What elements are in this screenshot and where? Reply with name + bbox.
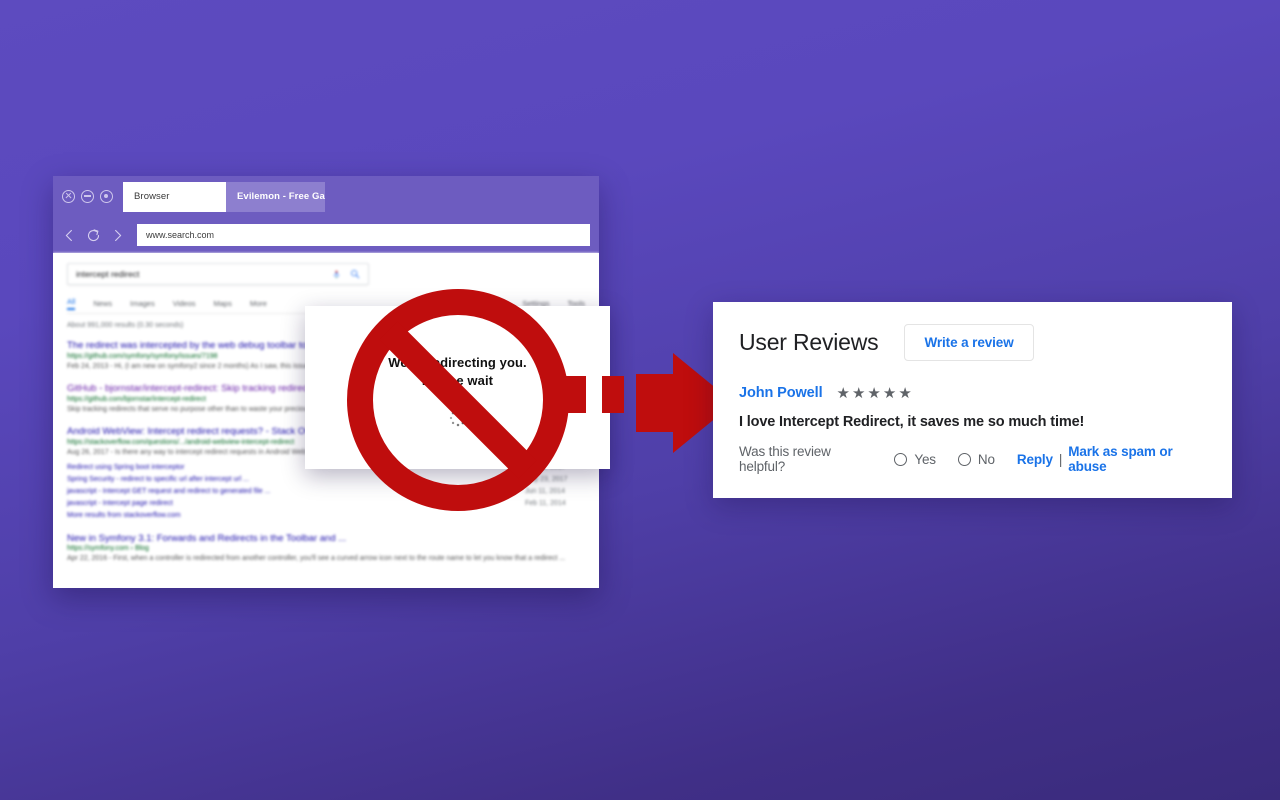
sitelink-row[interactable]: javascript - Intercept GET request and r… (67, 486, 585, 498)
screenshot-canvas: Browser Evilemon - Free Gam... www.searc… (0, 0, 1280, 800)
search-tab-images[interactable]: Images (130, 299, 155, 310)
browser-tab-label: Evilemon - Free Gam... (237, 191, 325, 202)
helpful-yes-label: Yes (914, 451, 936, 467)
redirect-dialog: We’re redirecting you. Please wait (305, 306, 610, 469)
radio-circle-icon (894, 452, 908, 466)
search-icon[interactable] (350, 269, 360, 279)
search-tab-more[interactable]: More (250, 299, 267, 310)
sitelink-date: May 23, 2017 (525, 475, 568, 483)
sitelink-row[interactable]: javascript - Intercept page redirect Feb… (67, 498, 585, 510)
forward-arrow-icon[interactable] (110, 228, 125, 243)
close-icon[interactable] (62, 190, 75, 203)
action-separator: | (1058, 451, 1063, 467)
address-bar[interactable]: www.search.com (137, 224, 590, 246)
search-tab-all[interactable]: All (67, 297, 76, 310)
reply-link[interactable]: Reply (1017, 452, 1053, 467)
mark-spam-link[interactable]: Mark as spam or abuse (1068, 444, 1206, 474)
helpful-no-label: No (977, 451, 995, 467)
review-item: John Powell ★ ★ ★ ★ ★ I love Intercept R… (739, 385, 1206, 474)
browser-tab-inactive[interactable]: Evilemon - Free Gam... (226, 181, 325, 212)
rating-stars: ★ ★ ★ ★ ★ (837, 386, 912, 401)
search-result-url: https://symfony.com › Blog (67, 545, 149, 553)
reload-icon[interactable] (86, 228, 101, 243)
redirect-dialog-line2: Please wait (421, 372, 494, 388)
helpful-no-radio[interactable]: No (957, 451, 995, 467)
star-icon: ★ (867, 384, 881, 402)
write-review-button[interactable]: Write a review (904, 324, 1034, 361)
search-tab-news[interactable]: News (93, 299, 112, 310)
helpful-yes-radio[interactable]: Yes (894, 452, 936, 467)
search-query-text: intercept redirect (76, 269, 140, 279)
sitelink-title: javascript - Intercept page redirect (67, 499, 173, 507)
search-result-snippet: Apr 22, 2016 - First, when a controller … (67, 555, 566, 563)
minimize-icon[interactable] (81, 190, 94, 203)
sitelink-date: Jun 11, 2014 (525, 487, 565, 495)
sitelink-title: Spring Security - redirect to specific u… (67, 475, 250, 483)
user-reviews-card: User Reviews Write a review John Powell … (713, 302, 1232, 498)
reviews-header: User Reviews Write a review (739, 324, 1206, 361)
search-result: New in Symfony 3.1: Forwards and Redirec… (67, 533, 585, 565)
review-actions: Was this review helpful? Yes No Reply | … (739, 444, 1206, 474)
review-author-row: John Powell ★ ★ ★ ★ ★ (739, 385, 1206, 401)
star-icon: ★ (836, 384, 850, 402)
browser-navbar: www.search.com (53, 217, 599, 253)
search-result-sitelinks: Redirect using Spring boot interceptor J… (67, 462, 585, 521)
star-icon: ★ (851, 384, 866, 402)
review-body-text: I love Intercept Redirect, it saves me s… (739, 414, 1085, 430)
sitelink-date: Feb 11, 2014 (525, 499, 566, 507)
search-input[interactable]: intercept redirect (67, 263, 369, 285)
back-arrow-icon[interactable] (62, 228, 77, 243)
page-title: User Reviews (739, 329, 879, 355)
review-author-link[interactable]: John Powell (739, 385, 823, 401)
helpful-label: Was this review helpful? (739, 444, 831, 474)
radio-circle-icon (957, 452, 971, 466)
search-tab-maps[interactable]: Maps (214, 299, 232, 310)
loading-spinner-icon (448, 408, 468, 428)
browser-tab-active[interactable]: Browser (123, 181, 226, 212)
address-bar-url: www.search.com (146, 230, 215, 240)
star-icon: ★ (898, 384, 912, 402)
maximize-icon[interactable] (100, 190, 113, 203)
sitelink-row[interactable]: Spring Security - redirect to specific u… (67, 474, 585, 486)
search-result-title[interactable]: New in Symfony 3.1: Forwards and Redirec… (67, 533, 585, 545)
window-controls (62, 190, 113, 203)
redirect-dialog-line1: We’re redirecting you. (388, 355, 527, 370)
star-icon: ★ (882, 384, 897, 402)
browser-tab-label: Browser (134, 191, 170, 202)
redirect-dialog-message: We’re redirecting you. Please wait (305, 354, 610, 389)
microphone-icon[interactable] (332, 269, 341, 280)
sitelink-more-results[interactable]: More results from stackoverflow.com (67, 510, 585, 522)
browser-titlebar: Browser Evilemon - Free Gam... (53, 176, 599, 217)
search-tab-videos[interactable]: Videos (173, 299, 196, 310)
sitelink-title: javascript - Intercept GET request and r… (67, 487, 271, 495)
